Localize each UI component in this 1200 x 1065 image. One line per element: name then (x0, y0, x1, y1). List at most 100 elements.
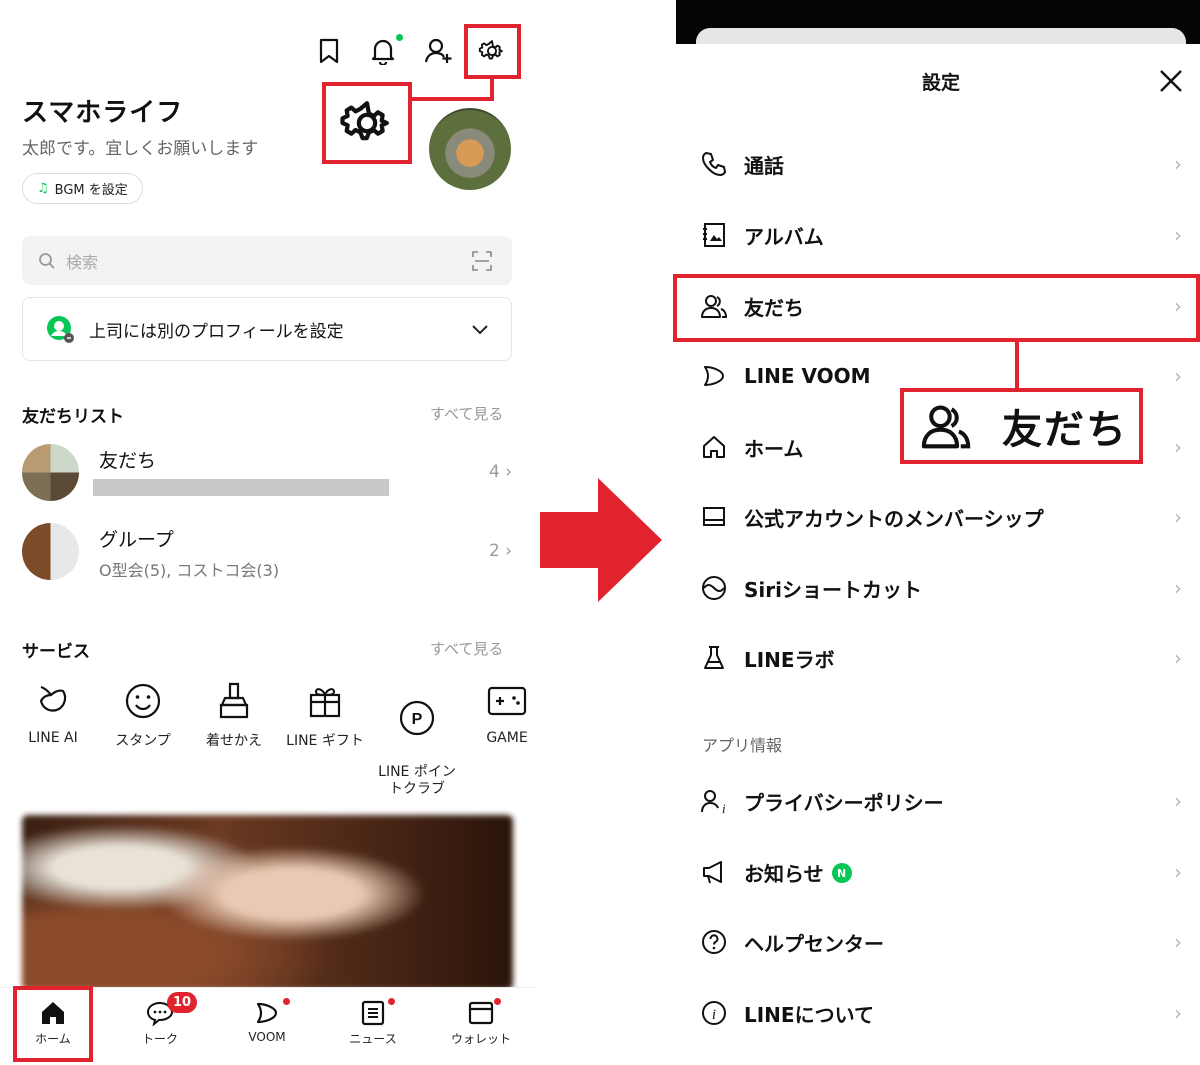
settings-item-labs[interactable]: LINEラボ › (676, 628, 1200, 688)
home-screen: スマホライフ 太郎です。宜しくお願いします ♫ BGM を設定 検索 上司には別… (0, 0, 535, 1065)
search-placeholder: 検索 (66, 252, 99, 272)
friends-highlight-box (673, 274, 1200, 342)
point-icon: P (372, 697, 462, 739)
chevron-right-icon: › (1174, 364, 1182, 388)
membership-icon (700, 503, 728, 531)
bell-icon[interactable] (366, 34, 403, 68)
next-step-arrow (540, 478, 662, 602)
friends-row-title: 友だち (99, 450, 157, 472)
settings-item-label: LINE VOOM (744, 364, 871, 388)
service-label: GAME (486, 730, 528, 746)
chevron-right-icon: › (1174, 1001, 1182, 1025)
close-icon[interactable] (1158, 68, 1184, 94)
sub-profile-setting[interactable]: 上司には別のプロフィールを設定 (22, 297, 512, 361)
settings-item-help[interactable]: ヘルプセンター › (676, 912, 1200, 972)
talk-unread-badge: 10 (167, 992, 197, 1013)
banner-image[interactable] (22, 815, 513, 990)
bgm-button[interactable]: ♫ BGM を設定 (22, 173, 143, 204)
groups-row[interactable]: グループ O型会(5), コストコ会(3) 2 › (22, 523, 512, 585)
brush-icon (189, 680, 279, 722)
service-label: LINE AI (28, 730, 78, 746)
tab-talk[interactable]: 10 トーク (115, 992, 205, 1047)
album-icon (700, 221, 728, 249)
tab-label: VOOM (248, 1030, 286, 1044)
settings-title: 設定 (921, 72, 960, 94)
voom-icon (700, 362, 728, 390)
settings-item-label: LINEについて (744, 1002, 874, 1027)
help-icon (700, 928, 728, 956)
service-gift[interactable]: LINE ギフト (280, 680, 370, 750)
chevron-right-icon: › (505, 541, 512, 561)
friends-callout-icon (921, 405, 971, 449)
settings-item-label: ヘルプセンター (744, 931, 884, 956)
profile-status[interactable]: 太郎です。宜しくお願いします (22, 134, 258, 159)
home-tab-highlight-box (13, 986, 93, 1062)
chat-icon: 10 (115, 992, 205, 1030)
friends-callout-label: 友だち (1002, 407, 1128, 453)
service-line-ai[interactable]: LINE AI (8, 680, 98, 746)
service-theme[interactable]: 着せかえ (189, 680, 279, 750)
chevron-right-icon: › (1174, 860, 1182, 884)
profile-avatar[interactable] (429, 108, 511, 190)
info-icon: i (700, 999, 728, 1027)
settings-item-siri[interactable]: Siriショートカット › (676, 558, 1200, 618)
friends-callout: 友だち (900, 388, 1143, 464)
bookmark-icon[interactable] (312, 34, 346, 68)
tab-wallet[interactable]: ウォレット (436, 996, 526, 1047)
chevron-right-icon: › (1174, 152, 1182, 176)
service-label: LINE ポイン トクラブ (378, 764, 456, 797)
bgm-label: BGM を設定 (54, 183, 128, 198)
service-label: スタンプ (115, 733, 171, 749)
gear-zoom-icon (340, 101, 389, 141)
search-input[interactable]: 検索 (22, 236, 512, 285)
gear-zoom-box (322, 82, 412, 164)
services-see-all-link[interactable]: すべて見る (430, 638, 503, 659)
groups-avatar (22, 523, 79, 580)
settings-item-label: アルバム (744, 224, 824, 249)
wallet-icon (436, 996, 526, 1030)
settings-item-membership[interactable]: 公式アカウントのメンバーシップ › (676, 487, 1200, 547)
redacted-names-bar (93, 479, 389, 496)
sub-profile-label: 上司には別のプロフィールを設定 (89, 321, 344, 342)
smiley-icon (98, 680, 188, 722)
service-label: 着せかえ (206, 733, 262, 749)
tab-news[interactable]: ニュース (328, 996, 418, 1047)
chevron-right-icon: › (1174, 505, 1182, 529)
settings-item-about[interactable]: i LINEについて › (676, 983, 1200, 1043)
settings-item-label: 公式アカウントのメンバーシップ (744, 506, 1044, 531)
groups-row-count: 2 › (488, 541, 512, 561)
chevron-right-icon: › (1174, 576, 1182, 600)
settings-item-privacy[interactable]: i プライバシーポリシー › (676, 771, 1200, 831)
settings-item-label: Siriショートカット (744, 577, 922, 602)
friends-row-count: 4 › (488, 462, 512, 482)
chevron-right-icon: › (1174, 435, 1182, 459)
line-ai-icon (8, 680, 98, 722)
tab-voom[interactable]: VOOM (222, 996, 312, 1044)
service-game[interactable]: GAME (462, 680, 535, 746)
service-stamp[interactable]: スタンプ (98, 680, 188, 750)
settings-item-notices[interactable]: お知らせ N › (676, 842, 1200, 902)
tab-label: ニュース (349, 1032, 397, 1046)
chevron-down-icon (472, 325, 488, 335)
news-icon (328, 996, 418, 1030)
friends-see-all-link[interactable]: すべて見る (430, 403, 503, 424)
svg-text:i: i (722, 801, 726, 814)
siri-icon (700, 574, 728, 602)
groups-row-title: グループ (99, 529, 174, 551)
flask-icon (700, 644, 728, 672)
chevron-right-icon: › (1174, 646, 1182, 670)
service-points[interactable]: P LINE ポイン トクラブ (372, 680, 462, 815)
chevron-right-icon: › (1174, 789, 1182, 813)
sub-profile-icon (47, 316, 74, 343)
services-title: サービス (22, 642, 90, 662)
tab-label: トーク (141, 1032, 178, 1046)
music-note-icon: ♫ (37, 181, 49, 196)
svg-text:P: P (412, 711, 423, 728)
friends-row[interactable]: 友だち 4 › (22, 444, 512, 506)
profile-name[interactable]: スマホライフ (22, 92, 183, 129)
add-friend-icon[interactable] (422, 34, 456, 68)
settings-item-label: LINEラボ (744, 647, 835, 672)
settings-item-album[interactable]: アルバム › (676, 205, 1200, 265)
settings-item-call[interactable]: 通話 › (676, 134, 1200, 194)
megaphone-icon (700, 858, 728, 886)
